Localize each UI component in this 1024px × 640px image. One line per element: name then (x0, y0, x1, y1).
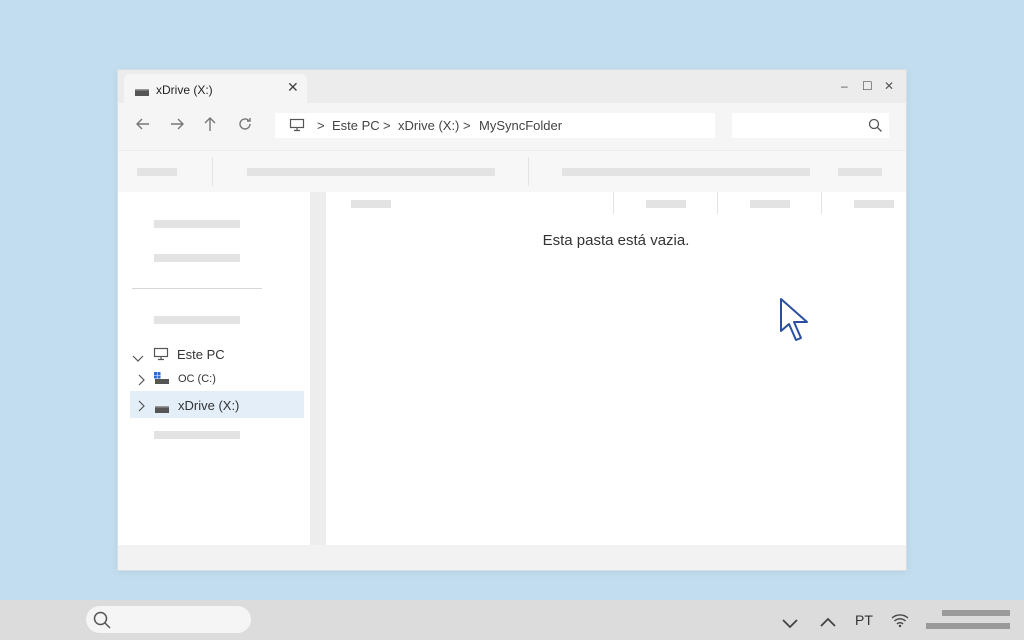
wifi-icon[interactable] (891, 612, 909, 633)
command-placeholder (137, 168, 177, 176)
computer-icon (289, 118, 305, 137)
chevron-right-icon (138, 373, 146, 391)
column-header-size[interactable] (854, 200, 894, 208)
arrow-left-icon (136, 118, 149, 130)
search-icon (868, 118, 883, 138)
column-header-date[interactable] (646, 200, 686, 208)
search-icon (93, 611, 111, 634)
arrow-up-icon (204, 117, 216, 131)
search-input[interactable] (732, 113, 889, 138)
pane-splitter[interactable] (310, 192, 326, 545)
up-button[interactable] (198, 115, 222, 138)
chevron-up-icon[interactable] (820, 614, 836, 632)
drive-icon (134, 84, 150, 102)
breadcrumb-separator: > (463, 118, 471, 133)
breadcrumb-xdrive[interactable]: xDrive (X:) (398, 118, 459, 133)
forward-button[interactable] (165, 115, 189, 138)
command-placeholder (247, 168, 495, 176)
taskbar-search-input[interactable] (86, 606, 251, 633)
sidebar-item-label: Este PC (177, 347, 225, 362)
arrow-right-icon (171, 118, 184, 130)
computer-icon (153, 347, 169, 366)
refresh-button[interactable] (233, 115, 257, 138)
windows-drive-icon (154, 372, 170, 391)
column-header-name[interactable] (351, 200, 391, 208)
refresh-icon (239, 118, 251, 130)
quick-access-placeholder (154, 254, 240, 262)
breadcrumb-separator: > (383, 118, 391, 133)
empty-folder-message: Esta pasta está vazia. (542, 232, 690, 249)
tab-close-button[interactable]: ✕ (287, 79, 299, 96)
tab-xdrive[interactable]: xDrive (X:) ✕ (124, 74, 307, 103)
status-bar (118, 545, 906, 570)
maximize-button[interactable]: ☐ (862, 79, 873, 93)
sidebar-divider (132, 288, 262, 289)
back-button[interactable] (131, 115, 155, 138)
command-placeholder (562, 168, 810, 176)
quick-access-placeholder (154, 220, 240, 228)
taskbar: PT (0, 600, 1024, 640)
sidebar-placeholder (154, 316, 240, 324)
sidebar-item-label: xDrive (X:) (178, 398, 240, 413)
close-button[interactable]: ✕ (884, 79, 894, 93)
command-bar (118, 150, 906, 194)
chevron-down-icon[interactable] (782, 616, 798, 634)
mouse-pointer-icon (779, 297, 811, 348)
column-divider (821, 192, 822, 214)
drive-icon (154, 401, 170, 419)
breadcrumb-este-pc[interactable]: Este PC (332, 118, 380, 133)
chevron-right-icon (138, 399, 146, 417)
column-header-type[interactable] (750, 200, 790, 208)
date-placeholder[interactable] (926, 623, 1010, 629)
file-list-pane: Esta pasta está vazia. (326, 192, 906, 545)
breadcrumb-separator: > (317, 118, 325, 133)
command-divider (212, 157, 213, 186)
breadcrumb-mysyncfolder[interactable]: MySyncFolder (479, 118, 562, 133)
command-divider (528, 157, 529, 186)
command-placeholder (838, 168, 882, 176)
sidebar-item-este-pc[interactable]: Este PC (130, 344, 304, 366)
language-indicator[interactable]: PT (855, 612, 873, 628)
navigation-bar: > Este PC > xDrive (X:) > MySyncFolder (118, 103, 906, 150)
title-bar: xDrive (X:) ✕ – ☐ ✕ (118, 70, 906, 103)
sidebar-item-drive-c[interactable]: OC (C:) (130, 369, 304, 391)
sidebar-item-xdrive[interactable]: xDrive (X:) (130, 391, 304, 418)
chevron-down-icon (132, 350, 144, 368)
clock-placeholder[interactable] (942, 610, 1010, 616)
minimize-button[interactable]: – (841, 79, 848, 93)
sidebar-placeholder (154, 431, 240, 439)
sidebar-item-label: OC (C:) (178, 373, 216, 385)
column-divider (717, 192, 718, 214)
navigation-pane: Este PC OC (C:) xDrive (X:) (118, 192, 310, 545)
tab-title: xDrive (X:) (156, 83, 213, 97)
address-bar[interactable]: > Este PC > xDrive (X:) > MySyncFolder (275, 113, 715, 138)
column-divider (613, 192, 614, 214)
